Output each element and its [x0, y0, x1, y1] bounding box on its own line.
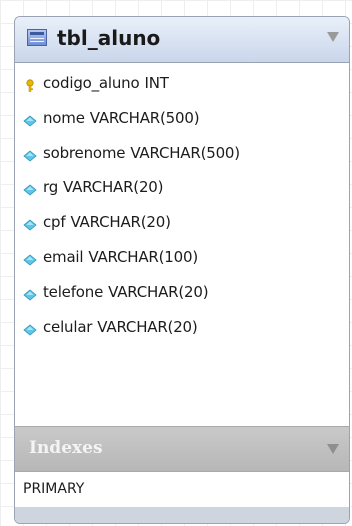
table-footer — [15, 507, 349, 523]
column-label: rg VARCHAR(20) — [43, 178, 164, 197]
column-label: email VARCHAR(100) — [43, 248, 198, 266]
column-row[interactable]: cpf VARCHAR(20) — [15, 208, 349, 243]
column-diamond-icon — [23, 148, 37, 162]
column-diamond-icon — [23, 113, 37, 127]
primary-key-icon — [23, 78, 37, 92]
column-name: codigo_aluno — [43, 74, 140, 92]
column-diamond-icon — [23, 322, 37, 336]
column-name: email — [43, 247, 84, 266]
index-name: PRIMARY — [23, 481, 85, 497]
table-entity[interactable]: tbl_aluno codigo_aluno INT nome VARCHAR(500… — [14, 16, 350, 524]
column-name: rg — [43, 178, 59, 197]
column-type: VARCHAR(20) — [63, 178, 164, 197]
column-name: telefone — [43, 282, 104, 301]
column-label: celular VARCHAR(20) — [43, 318, 198, 336]
column-row[interactable]: sobrenome VARCHAR(500) — [15, 139, 349, 174]
indexes-collapse-triangle-icon[interactable] — [327, 444, 339, 454]
column-label: sobrenome VARCHAR(500) — [43, 144, 240, 162]
column-type: VARCHAR(100) — [88, 247, 198, 266]
column-name: sobrenome — [43, 143, 126, 162]
column-row[interactable]: nome VARCHAR(500) — [15, 104, 349, 139]
column-type: VARCHAR(500) — [130, 143, 240, 162]
column-row[interactable]: telefone VARCHAR(20) — [15, 278, 349, 313]
column-name: nome — [43, 108, 85, 127]
column-type: VARCHAR(20) — [108, 282, 209, 301]
column-label: cpf VARCHAR(20) — [43, 213, 171, 231]
column-label: nome VARCHAR(500) — [43, 108, 200, 127]
column-type: INT — [144, 74, 169, 92]
column-row[interactable]: email VARCHAR(100) — [15, 243, 349, 278]
indexes-header[interactable]: Indexes — [15, 426, 349, 472]
table-title: tbl_aluno — [57, 26, 161, 50]
index-row[interactable]: PRIMARY — [15, 473, 349, 507]
column-label: telefone VARCHAR(20) — [43, 282, 209, 301]
column-row[interactable]: celular VARCHAR(20) — [15, 313, 349, 348]
column-name: celular — [43, 317, 93, 336]
column-diamond-icon — [23, 252, 37, 266]
table-icon — [27, 29, 47, 46]
column-row[interactable]: codigo_aluno INT — [15, 69, 349, 104]
collapse-triangle-icon[interactable] — [327, 32, 339, 42]
column-diamond-icon — [23, 217, 37, 231]
column-list: codigo_aluno INT nome VARCHAR(500) sobrenome… — [15, 69, 349, 347]
column-type: VARCHAR(500) — [89, 108, 200, 127]
column-name: cpf — [43, 213, 66, 232]
indexes-label: Indexes — [29, 438, 103, 458]
column-diamond-icon — [23, 182, 37, 196]
table-header[interactable]: tbl_aluno — [15, 17, 349, 63]
column-row[interactable]: rg VARCHAR(20) — [15, 173, 349, 208]
column-type: VARCHAR(20) — [70, 213, 171, 232]
column-diamond-icon — [23, 287, 37, 301]
column-type: VARCHAR(20) — [97, 317, 198, 336]
column-label: codigo_aluno INT — [43, 74, 169, 92]
